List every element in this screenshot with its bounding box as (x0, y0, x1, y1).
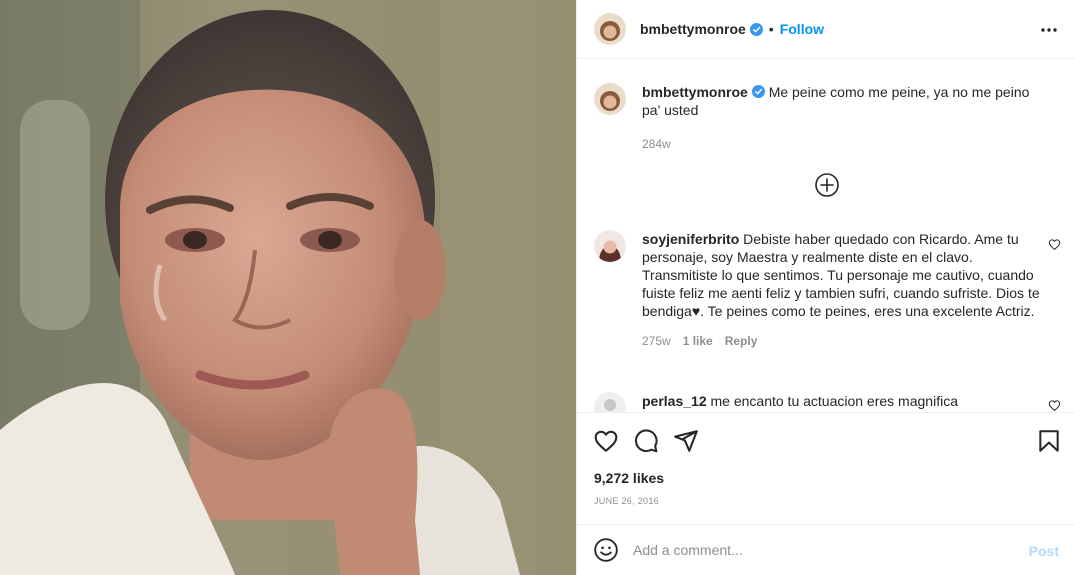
post-button[interactable]: Post (1029, 543, 1059, 559)
caption: bmbettymonroe Me peine como me peine, ya… (594, 83, 1042, 151)
instagram-post: bmbettymonroe • Follow bmbettymonroe Me … (0, 0, 1074, 575)
share-icon[interactable] (673, 428, 699, 454)
post-date[interactable]: JUNE 26, 2016 (594, 496, 659, 506)
comment-age[interactable]: 275w (642, 334, 671, 348)
verified-badge-icon (751, 85, 765, 98)
caption-meta: 284w (642, 137, 1042, 151)
comment-text: soyjeniferbrito Debiste haber quedado co… (642, 230, 1042, 320)
follow-button[interactable]: Follow (780, 21, 824, 37)
more-options-icon[interactable] (1039, 20, 1059, 40)
comment: perlas_12 me encanto tu actuacion eres m… (594, 392, 1042, 412)
comments-list[interactable]: bmbettymonroe Me peine como me peine, ya… (577, 60, 1074, 412)
comment-likes[interactable]: 1 like (683, 334, 713, 348)
reply-button[interactable]: Reply (725, 334, 758, 348)
heart-icon[interactable] (593, 428, 619, 454)
bookmark-icon[interactable] (1036, 428, 1062, 454)
post-header: bmbettymonroe • Follow (577, 0, 1074, 59)
comment-icon[interactable] (633, 428, 659, 454)
comment-text: perlas_12 me encanto tu actuacion eres m… (642, 392, 1042, 410)
avatar-image (594, 13, 626, 45)
avatar[interactable] (594, 230, 626, 262)
avatar-image (594, 230, 626, 262)
avatar-image (594, 83, 626, 115)
caption-age[interactable]: 284w (642, 137, 671, 151)
caption-username[interactable]: bmbettymonroe (642, 84, 748, 100)
heart-icon[interactable] (1048, 238, 1061, 251)
avatar[interactable] (594, 13, 626, 45)
heart-icon[interactable] (1048, 399, 1061, 412)
avatar[interactable] (594, 83, 626, 115)
load-more-comments-icon[interactable] (814, 172, 840, 198)
comment-body: me encanto tu actuacion eres magnifica (710, 393, 958, 409)
verified-badge-icon (749, 22, 763, 36)
emoji-icon[interactable] (593, 537, 619, 563)
post-panel: bmbettymonroe • Follow bmbettymonroe Me … (576, 0, 1074, 575)
likes-count[interactable]: 9,272 likes (594, 470, 664, 486)
comment-username[interactable]: perlas_12 (642, 393, 707, 409)
comment: soyjeniferbrito Debiste haber quedado co… (594, 230, 1042, 348)
separator-dot: • (768, 21, 774, 37)
comment-input[interactable] (633, 542, 1023, 558)
post-image[interactable] (0, 0, 576, 575)
caption-text: bmbettymonroe Me peine como me peine, ya… (642, 83, 1042, 119)
header-username[interactable]: bmbettymonroe (640, 21, 746, 37)
avatar[interactable] (594, 392, 626, 412)
comment-meta: 275w 1 like Reply (642, 334, 1042, 348)
avatar-image (594, 392, 626, 412)
comment-username[interactable]: soyjeniferbrito (642, 231, 739, 247)
post-photo (0, 0, 576, 575)
add-comment-bar: Post (577, 524, 1074, 575)
